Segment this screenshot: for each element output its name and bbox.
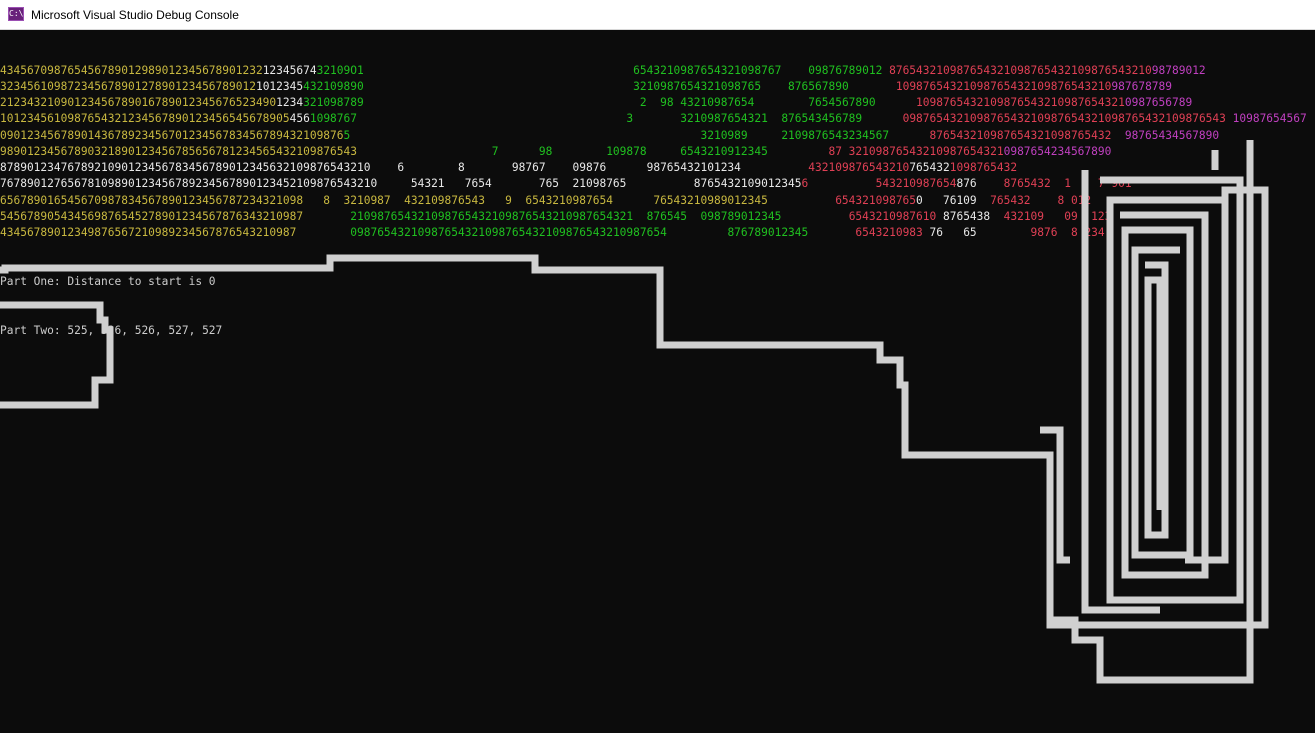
console-text-segment: 32109O1 6543210987654321098767 098767890… [316,63,890,77]
console-text-segment: 1098767 3 3210987654321 876543456789 [309,112,903,126]
console-line: 9890123456789032189012345678565678123456… [0,144,1315,160]
console-text-segment: 98789012 [1151,63,1206,77]
console-text-segment: 0901234567890143678923456701234567834567… [0,128,344,142]
console-line: 7678901276567810989012345678923456789012… [0,176,1315,192]
console-text-segment: 434567098765456789012989012345678901232 [0,63,263,77]
console-text-segment: 876 [956,177,977,191]
console-text-segment: 765432 8 012 [976,193,1092,207]
console-text-segment: 1098765432 [949,161,1018,174]
console-line: 3234561098723456789012789012345678901210… [0,79,1315,95]
console-line: 0901234567890143678923456701234567834567… [0,128,1315,144]
console-text-segment: 765432 [909,161,950,174]
console-line: 6567890165456709878345678901234567872343… [0,193,1315,209]
console-line: 4345678901234987656721098923456787654321… [0,225,1315,241]
console-text-segment: 432109 09 123 [990,209,1112,223]
console-text-segment: 1012345610987654321234567890123456545678… [0,112,290,126]
console-text-segment: 6567890165456709878345678901234567872343… [0,193,768,207]
console-text-segment: 432109890 3210987654321098765 876567890 [303,79,896,93]
console-text-segment: 5 3210989 2109876543234567 [343,128,930,142]
console-text-segment: 0 76109 [916,193,977,207]
console-text-segment: 87 32109876543210987654321 [828,144,1004,158]
console-text-segment: 2123432109012345678901678901234567652349… [0,96,277,109]
console-text-segment: 876543210987654321098765432109876543210 [889,63,1152,77]
console-text-segment: 9876 8 234 [976,226,1105,239]
console-text-segment: 876543210987654321098765432 [929,128,1112,142]
console-text-segment: 1098765432109876543210987654321 [916,96,1125,109]
console-text-segment: 321098789 2 98 43210987654 7654567890 [303,96,917,109]
console-text-segment: 9890123456789032189012345678565678123456… [0,144,357,158]
title-bar[interactable]: C:\ Microsoft Visual Studio Debug Consol… [0,0,1315,30]
console-line: 2123432109012345678901678901234567652349… [0,95,1315,111]
console-text-segment: 32345610987234567890127890123456789012 [0,79,256,93]
console-text-segment: 8789012347678921090123456783456789012345… [0,161,809,174]
console-line: 5456789054345698765452789012345678763432… [0,209,1315,225]
console-text-segment: 0987656789 [1124,96,1193,109]
console-text-segment: 76 65 [922,226,977,239]
console-text-segment: 2109876543210987654321098765432109876543… [303,209,849,223]
console-text-segment: 5456789054345698765452789012345678763432… [0,209,304,223]
console-line: 8789012347678921090123456783456789012345… [0,160,1315,176]
console-line: 4345670987654567890129890123456789012321… [0,63,1315,79]
console-text-segment: 10987654567 [1225,112,1307,126]
part-two-result: Part Two: 525, 526, 526, 527, 527 [0,323,223,337]
console-text-segment: 432109876543210 [808,161,910,174]
console-window: C:\ Microsoft Visual Studio Debug Consol… [0,0,1315,733]
console-text-segment: 654321098765 [767,193,917,207]
console-text-segment: 987678789 [1111,79,1173,93]
console-text-segment: 1012345 [255,79,304,93]
console-output[interactable]: 4345670987654567890129890123456789012321… [0,30,1315,733]
console-text-segment: 6543210987610 [848,209,937,223]
console-text-segment: 8765438 [936,209,991,223]
part-one-result: Part One: Distance to start is 0 [0,274,216,288]
console-text-segment: 6 543210987654 [801,177,957,191]
console-text-segment: 7 98 109878 6543210912345 [356,144,829,158]
visual-studio-console-icon: C:\ [8,7,24,21]
console-text-segment: 8765432 1 7 901 [976,177,1132,191]
console-text-segment: 0987654321098765432109876543210987654321… [296,226,842,239]
console-text-segment: 456 [289,112,310,126]
console-line: 1012345610987654321234567890123456545678… [0,111,1315,127]
console-text-segment: 10987654321098765432109876543210 [895,79,1112,93]
window-title: Microsoft Visual Studio Debug Console [31,8,239,22]
console-text-segment: 4345678901234987656721098923456787654321… [0,226,297,239]
console-text-segment: 7678901276567810989012345678923456789012… [0,177,802,191]
console-text-segment: 98765434567890 [1111,128,1220,142]
console-text-segment: 0987654321098765432109876543210987654321… [902,112,1226,126]
console-text-segment: 12345674 [262,63,317,77]
console-text-segment: 6543210983 [841,226,923,239]
console-text-segment: 1234 [276,96,304,109]
console-text-segment: 0987654234567890 [1003,144,1112,158]
